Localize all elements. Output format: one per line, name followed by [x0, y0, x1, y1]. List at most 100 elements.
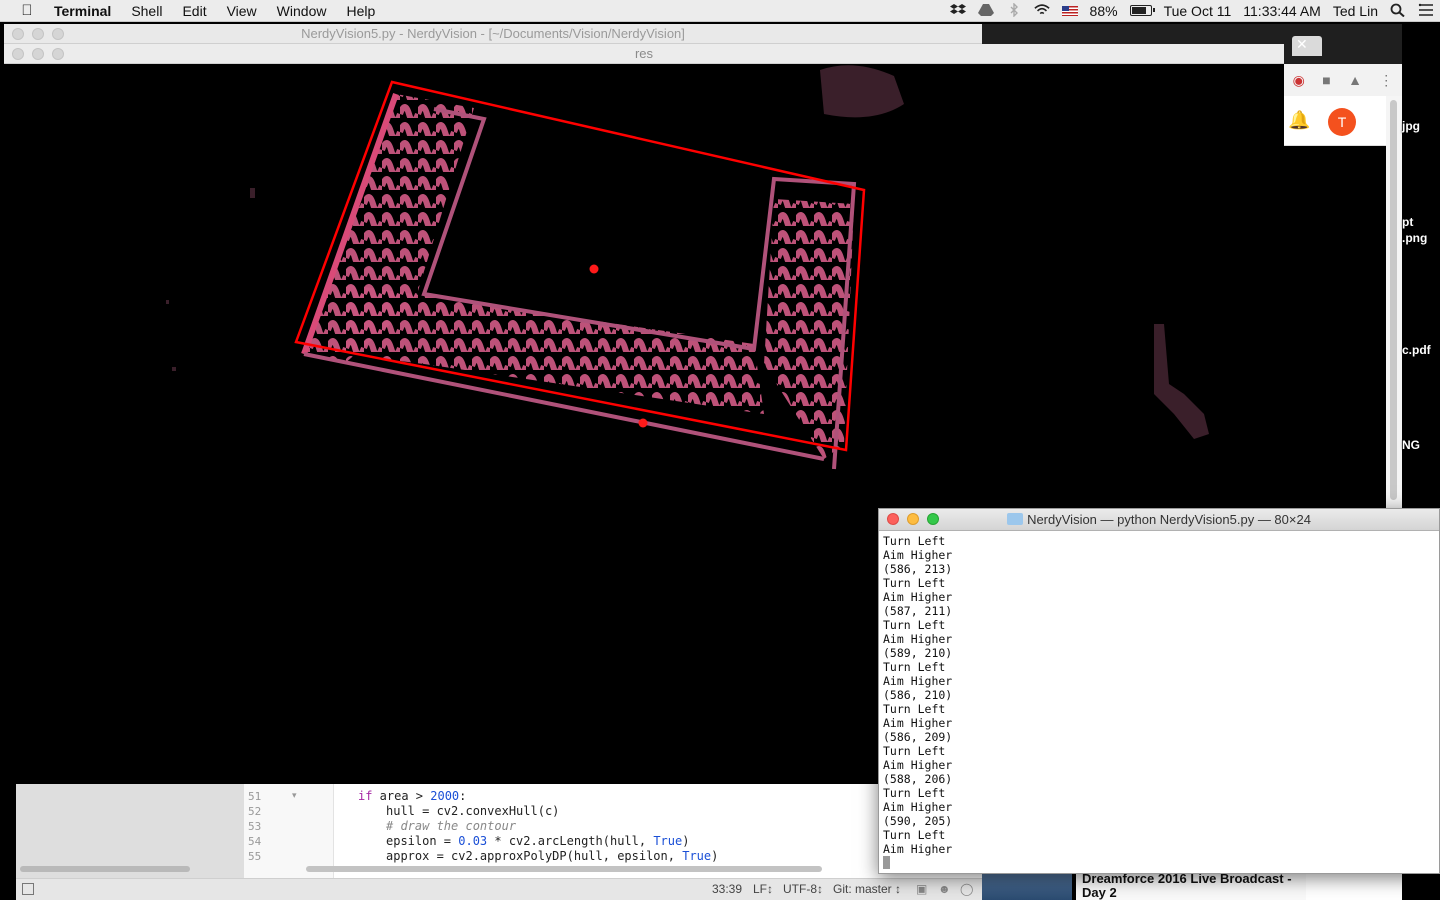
clock-date[interactable]: Tue Oct 11 [1158, 3, 1238, 19]
fold-arrow-icon[interactable]: ▾ [292, 790, 297, 801]
atom-close-button[interactable] [12, 28, 24, 40]
terminal-line: Aim Higher [883, 842, 953, 856]
git-branch[interactable]: Git: master ↕ [833, 882, 901, 896]
chrome-menu-icon[interactable]: ⋮ [1379, 72, 1393, 89]
browser-sidebar-fragment [1306, 872, 1402, 900]
status-area: 88% Tue Oct 11 11:33:44 AM Ted Lin [944, 0, 1440, 22]
terminal-line: (590, 205) [883, 814, 953, 828]
wifi-icon[interactable] [1028, 3, 1056, 20]
terminal-prompt[interactable] [883, 856, 1435, 870]
desktop-file-label[interactable]: c.pdf [1402, 343, 1431, 357]
menu-bar:  Terminal Shell Edit View Window Help 8… [0, 0, 1440, 22]
terminal-line: Aim Higher [883, 632, 953, 646]
extension-opera-icon[interactable]: ◉ [1293, 72, 1305, 89]
battery-percent: 88% [1089, 3, 1118, 19]
drive-icon[interactable] [972, 3, 1000, 20]
chrome-toolbar: ◉ ■ ▲ ⋮ [1284, 64, 1402, 96]
terminal-line: (586, 210) [883, 688, 953, 702]
spotlight-search-icon[interactable] [1384, 3, 1412, 20]
desktop-file-label[interactable]: NG [1402, 438, 1420, 452]
video-title-link[interactable]: Dreamforce 2016 Live Broadcast - Day 2 [1076, 872, 1306, 900]
terminal-line: Aim Higher [883, 590, 953, 604]
folder-icon [1007, 513, 1024, 525]
apple-menu-icon[interactable]:  [0, 2, 54, 19]
terminal-line: Aim Higher [883, 758, 953, 772]
encoding-selector[interactable]: UTF-8↕ [783, 882, 823, 896]
atom-minimize-button[interactable] [32, 28, 44, 40]
terminal-line: Turn Left [883, 534, 946, 548]
line-ending-selector[interactable]: LF↕ [753, 882, 773, 896]
terminal-line: Aim Higher [883, 800, 953, 814]
code-token: 0.03 [458, 834, 488, 848]
extension-drive-icon[interactable]: ▲ [1348, 72, 1362, 88]
account-avatar[interactable]: T [1328, 108, 1356, 136]
terminal-close-button[interactable] [887, 513, 899, 525]
user-name[interactable]: Ted Lin [1327, 3, 1384, 19]
terminal-line: Turn Left [883, 744, 946, 758]
menu-help[interactable]: Help [336, 3, 385, 19]
line-number: 54 [248, 835, 262, 848]
github-icon[interactable]: ☻ [938, 882, 951, 896]
menu-edit[interactable]: Edit [172, 3, 216, 19]
menu-shell[interactable]: Shell [121, 3, 172, 19]
terminal-line: Aim Higher [883, 548, 953, 562]
code-token: * cv2.arcLength(hull, [487, 834, 654, 848]
terminal-line: (586, 209) [883, 730, 953, 744]
editor-horizontal-scrollbar[interactable] [306, 866, 822, 872]
code-line-53: # draw the contour [386, 819, 517, 833]
battery-icon[interactable] [1124, 3, 1158, 19]
code-line-52: hull = cv2.convexHull(c) [386, 804, 560, 818]
atom-window-titlebar[interactable]: NerdyVision5.py - NerdyVision - [~/Docum… [4, 24, 982, 44]
code-token: epsilon = [386, 834, 459, 848]
code-line-54: epsilon = 0.03 * cv2.arcLength(hull, Tru… [386, 834, 689, 848]
notifications-bell-icon[interactable]: 🔔 [1288, 110, 1310, 131]
menu-view[interactable]: View [217, 3, 267, 19]
clock-time[interactable]: 11:33:44 AM [1237, 3, 1327, 19]
input-source-flag-icon[interactable] [1056, 3, 1084, 19]
code-token: if [358, 789, 373, 803]
line-number: 52 [248, 805, 262, 818]
code-token: : [459, 789, 467, 803]
video-thumbnail[interactable] [982, 874, 1072, 900]
res-zoom-button[interactable] [52, 48, 64, 60]
desktop-file-label[interactable]: pt [1402, 215, 1413, 229]
terminal-minimize-button[interactable] [907, 513, 919, 525]
notification-center-icon[interactable] [1412, 3, 1440, 20]
res-minimize-button[interactable] [32, 48, 44, 60]
cursor-position[interactable]: 33:39 [712, 882, 742, 896]
terminal-titlebar[interactable]: NerdyVision — python NerdyVision5.py — 8… [879, 509, 1439, 531]
terminal-line: Turn Left [883, 786, 946, 800]
lock-icon[interactable]: ▣ [916, 882, 927, 896]
atom-zoom-button[interactable] [52, 28, 64, 40]
chrome-scrollbar-thumb[interactable] [1390, 100, 1397, 500]
chrome-tab-close-icon[interactable]: ✕ [1296, 36, 1308, 53]
feedback-icon[interactable]: ◯ [960, 882, 973, 896]
desktop-file-label[interactable]: .png [1402, 231, 1427, 245]
atom-window-title: NerdyVision5.py - NerdyVision - [~/Docum… [301, 26, 685, 41]
terminal-output[interactable]: Turn Left Aim Higher (586, 213) Turn Left Ai… [883, 534, 1435, 871]
tree-view-scrollbar[interactable] [20, 866, 190, 872]
terminal-zoom-button[interactable] [927, 513, 939, 525]
code-token: approx = cv2.approxPolyDP(hull, epsilon, [386, 849, 683, 863]
terminal-line: Turn Left [883, 618, 946, 632]
terminal-line: Turn Left [883, 828, 946, 842]
code-token: area > [372, 789, 431, 803]
line-number: 51 [248, 790, 262, 803]
tree-view-panel[interactable] [16, 784, 244, 878]
bluetooth-icon[interactable] [1000, 2, 1028, 20]
terminal-line: (589, 210) [883, 646, 953, 660]
tree-view-toggle-icon[interactable] [22, 883, 34, 895]
code-token: True [653, 834, 683, 848]
res-window-titlebar[interactable]: res [4, 44, 1284, 64]
extension-square-icon[interactable]: ■ [1322, 72, 1330, 88]
atom-status-bar: 33:39 LF↕ UTF-8↕ Git: master ↕ ▣ ☻ ◯ [16, 878, 982, 900]
desktop-file-label[interactable]: jpg [1402, 119, 1420, 133]
menu-window[interactable]: Window [267, 3, 337, 19]
menu-app-terminal[interactable]: Terminal [54, 3, 121, 19]
terminal-line: (587, 211) [883, 604, 953, 618]
terminal-line: (588, 206) [883, 772, 953, 786]
res-close-button[interactable] [12, 48, 24, 60]
terminal-cursor [883, 856, 890, 869]
dropbox-icon[interactable] [944, 3, 972, 20]
code-token: ) [711, 849, 719, 863]
